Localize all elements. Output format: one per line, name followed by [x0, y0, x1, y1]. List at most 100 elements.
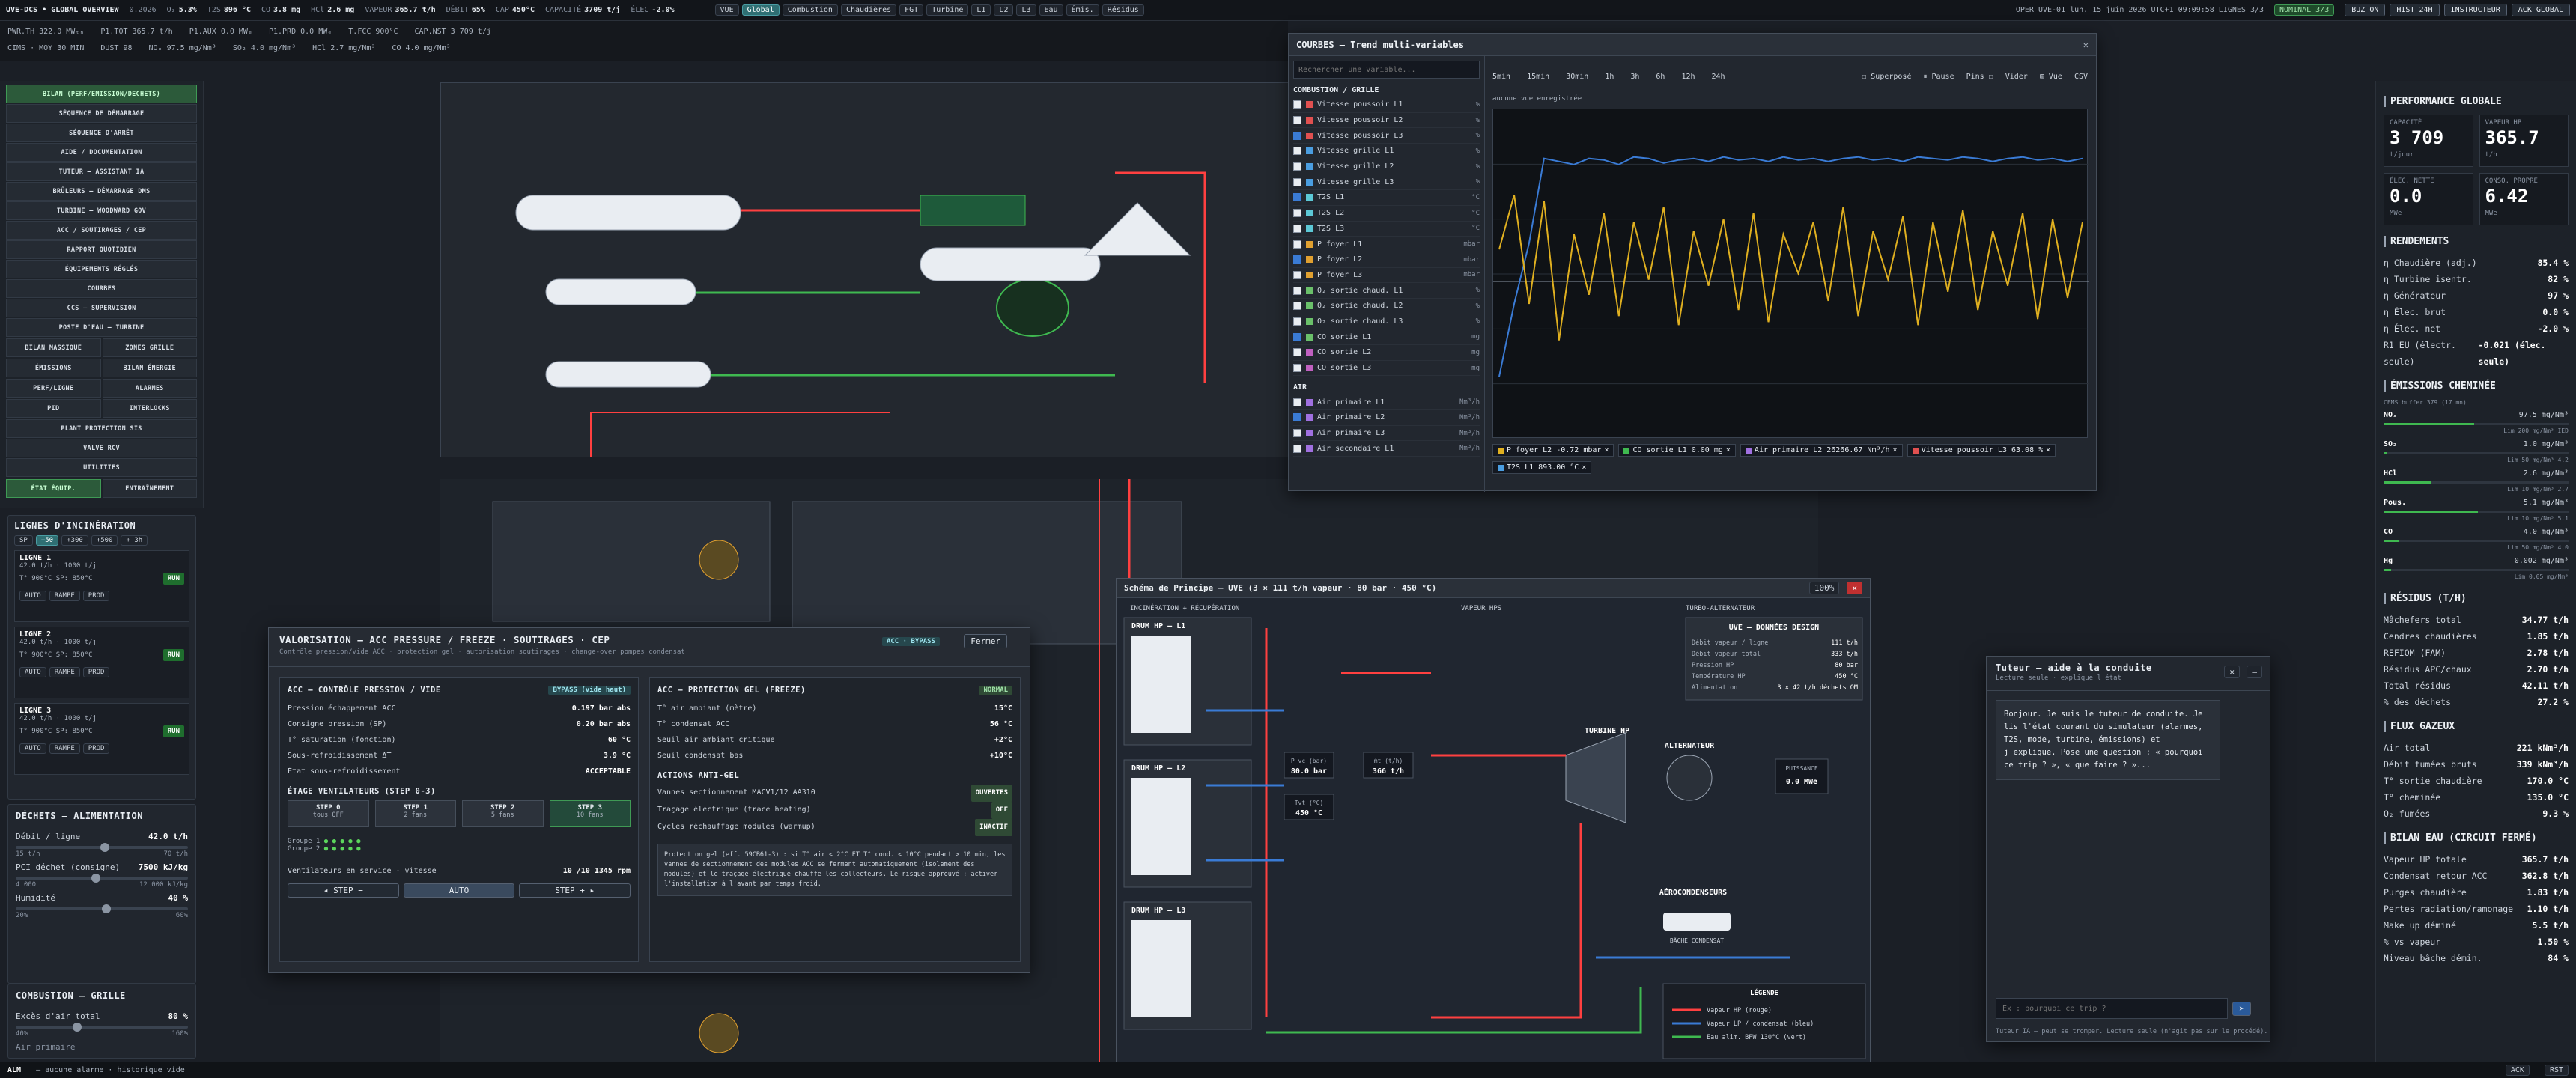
variable-checkbox[interactable]	[1293, 270, 1301, 279]
header-button-hist-24h[interactable]: HIST 24H	[2390, 4, 2440, 16]
ack-button[interactable]: ACK	[2505, 1065, 2530, 1076]
nav-poste-d-eau-turbine[interactable]: POSTE D'EAU — TURBINE	[6, 318, 197, 337]
reset-button[interactable]: RST	[2544, 1065, 2569, 1076]
view-chip-chaudie-res[interactable]: Chaudières	[840, 4, 897, 16]
zoom-level[interactable]: 100%	[1808, 582, 1840, 594]
time-range-24h[interactable]: 24h	[1712, 73, 1725, 81]
nav-tuteur-assistant-ia[interactable]: TUTEUR — ASSISTANT IA	[6, 162, 197, 181]
remove-icon[interactable]: ×	[2046, 446, 2050, 454]
variable-checkbox[interactable]	[1293, 240, 1301, 249]
close-icon[interactable]: ✕	[2224, 666, 2240, 678]
close-button[interactable]: Fermer	[964, 634, 1007, 648]
slider-handle[interactable]	[100, 843, 109, 852]
time-range-12h[interactable]: 12h	[1681, 73, 1695, 81]
header-button-ack-global[interactable]: ACK GLOBAL	[2511, 4, 2570, 16]
nav-bilan-e-nergie[interactable]: BILAN ÉNERGIE	[102, 359, 197, 377]
variable-checkbox[interactable]	[1293, 162, 1301, 171]
view-chip-combustion[interactable]: Combustion	[782, 4, 838, 16]
mode-auto[interactable]: AUTO	[19, 591, 46, 601]
view-chip-l1[interactable]: L1	[971, 4, 991, 16]
line-chip-50[interactable]: +50	[35, 535, 59, 546]
nav-aide-documentation[interactable]: AIDE / DOCUMENTATION	[6, 143, 197, 162]
header-button-buz-on[interactable]: BUZ ON	[2345, 4, 2386, 16]
time-range-15min[interactable]: 15min	[1527, 73, 1549, 81]
fan-step-1[interactable]: STEP 12 fans	[374, 800, 456, 827]
variable-checkbox[interactable]	[1293, 364, 1301, 373]
nav-bilan-perf-emission-dechets[interactable]: BILAN (PERF/EMISSION/DECHETS)	[6, 85, 197, 103]
nav-valve-rcv[interactable]: VALVE RCV	[6, 439, 197, 457]
variable-checkbox[interactable]	[1293, 332, 1301, 341]
remove-icon[interactable]: ×	[1726, 446, 1731, 454]
tab-etat-equip[interactable]: ÉTAT ÉQUIP.	[6, 479, 101, 498]
variable-o-sortie-chaud-l1[interactable]: O₂ sortie chaud. L1%	[1293, 283, 1480, 299]
variable-checkbox[interactable]	[1293, 116, 1301, 125]
variable-checkbox[interactable]	[1293, 317, 1301, 326]
nav-utilities[interactable]: UTILITIES	[6, 458, 197, 477]
view-chip-re-sidus[interactable]: Résidus	[1102, 4, 1144, 16]
variable-checkbox[interactable]	[1293, 444, 1301, 453]
time-range-5min[interactable]: 5min	[1492, 73, 1510, 81]
trend-action-csv[interactable]: CSV	[2074, 73, 2088, 81]
nav-zones-grille[interactable]: ZONES GRILLE	[102, 338, 197, 357]
variable-air-primaire-l1[interactable]: Air primaire L1 Nm³/h	[1293, 395, 1480, 411]
view-chip-e-mis[interactable]: Émis.	[1066, 4, 1099, 16]
variable-checkbox[interactable]	[1293, 100, 1301, 109]
view-chip-l2[interactable]: L2	[994, 4, 1014, 16]
slider-handle[interactable]	[102, 904, 111, 913]
time-range-6h[interactable]: 6h	[1656, 73, 1665, 81]
nav-rapport-quotidien[interactable]: RAPPORT QUOTIDIEN	[6, 240, 197, 259]
view-chip-global[interactable]: Global	[741, 4, 780, 16]
close-icon[interactable]: ✕	[2083, 40, 2089, 50]
nav-perf-ligne[interactable]: PERF/LIGNE	[6, 379, 101, 398]
mode-prod[interactable]: PROD	[82, 667, 110, 677]
slider-handle[interactable]	[72, 1023, 82, 1032]
run-button[interactable]: RUN	[162, 725, 184, 737]
fan-nav-step[interactable]: ◂ STEP −	[288, 883, 399, 898]
view-chip-l3[interactable]: L3	[1016, 4, 1036, 16]
tab-entrainement[interactable]: ENTRAÎNEMENT	[102, 479, 197, 498]
variable-vitesse-poussoir-l2[interactable]: Vitesse poussoir L2%	[1293, 113, 1480, 129]
line-chip-3h[interactable]: + 3h	[121, 535, 148, 546]
nav-e-missions[interactable]: ÉMISSIONS	[6, 359, 101, 377]
nav-courbes[interactable]: COURBES	[6, 279, 197, 298]
variable-checkbox[interactable]	[1293, 193, 1301, 202]
variable-p-foyer-l1[interactable]: P foyer L1 mbar	[1293, 237, 1480, 252]
variable-vitesse-grille-l3[interactable]: Vitesse grille L3%	[1293, 174, 1480, 191]
time-range-3h[interactable]: 3h	[1630, 73, 1639, 81]
legend-entry[interactable]: CO sortie L1 0.00 mg ×	[1618, 444, 1736, 457]
variable-t2s-l2[interactable]: T2S L2 °C	[1293, 206, 1480, 222]
mode-prod[interactable]: PROD	[82, 591, 110, 601]
nav-ccs-supervision[interactable]: CCS — SUPERVISION	[6, 299, 197, 317]
mode-auto[interactable]: AUTO	[19, 743, 46, 754]
tutor-question-input[interactable]	[1996, 998, 2228, 1019]
minimize-icon[interactable]: –	[2247, 666, 2262, 678]
variable-checkbox[interactable]	[1293, 255, 1301, 264]
view-chip-turbine[interactable]: Turbine	[926, 4, 969, 16]
slider-track[interactable]	[16, 904, 188, 913]
close-icon[interactable]: ✕	[1847, 582, 1862, 594]
variable-checkbox[interactable]	[1293, 348, 1301, 357]
legend-entry[interactable]: T2S L1 893.00 °C ×	[1492, 461, 1592, 474]
nav-se-quence-d-arre-t[interactable]: SÉQUENCE D'ARRÊT	[6, 124, 197, 142]
legend-entry[interactable]: P foyer L2 -0.72 mbar ×	[1492, 444, 1614, 457]
variable-checkbox[interactable]	[1293, 398, 1301, 406]
fan-step-0[interactable]: STEP 0 tous OFF	[288, 800, 369, 827]
variable-checkbox[interactable]	[1293, 209, 1301, 218]
line-chip-sp[interactable]: SP	[14, 535, 33, 546]
slider-track[interactable]	[16, 843, 188, 852]
variable-vitesse-poussoir-l3[interactable]: Vitesse poussoir L3%	[1293, 128, 1480, 144]
trend-action-vue[interactable]: ⊞ Vue	[2040, 73, 2062, 81]
remove-icon[interactable]: ×	[1582, 463, 1586, 472]
variable-vitesse-grille-l2[interactable]: Vitesse grille L2%	[1293, 159, 1480, 175]
variable-checkbox[interactable]	[1293, 177, 1301, 186]
variable-t2s-l1[interactable]: T2S L1 °C	[1293, 190, 1480, 206]
variable-checkbox[interactable]	[1293, 131, 1301, 140]
time-range-1h[interactable]: 1h	[1605, 73, 1614, 81]
fan-nav-step[interactable]: STEP + ▸	[519, 883, 631, 898]
legend-entry[interactable]: Vitesse poussoir L3 63.08 % ×	[1907, 444, 2056, 457]
nav-pid[interactable]: PID	[6, 399, 101, 418]
mode-rampe[interactable]: RAMPE	[49, 667, 80, 677]
nav-plant-protection-sis[interactable]: PLANT PROTECTION SIS	[6, 419, 197, 438]
variable-air-primaire-l2[interactable]: Air primaire L2 Nm³/h	[1293, 410, 1480, 426]
legend-entry[interactable]: Air primaire L2 26266.67 Nm³/h ×	[1740, 444, 1903, 457]
